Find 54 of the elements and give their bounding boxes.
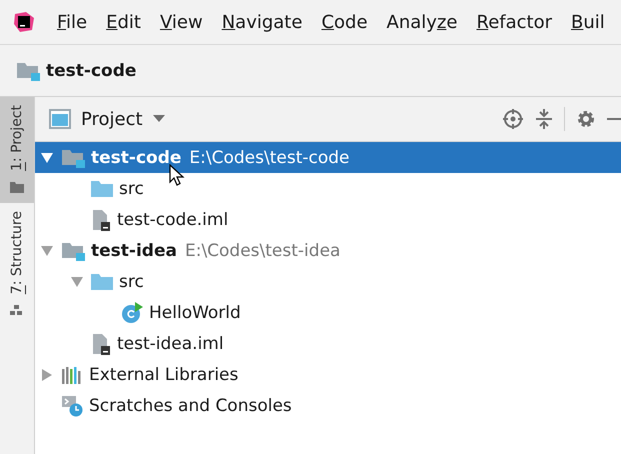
tree-row[interactable]: test-code.iml: [35, 204, 621, 235]
module-folder-icon: [61, 240, 85, 260]
menu-item[interactable]: Refactor: [476, 12, 552, 32]
side-tab[interactable]: 1: Project: [0, 97, 34, 203]
library-icon: [61, 364, 83, 384]
class-icon: [121, 302, 143, 324]
menu-item[interactable]: Code: [321, 12, 368, 32]
panel-icon: [49, 109, 71, 129]
dropdown-caret-icon[interactable]: [152, 115, 165, 123]
structure-icon: [10, 304, 24, 316]
module-folder-icon: [16, 60, 40, 80]
node-name: test-code.iml: [117, 210, 228, 230]
node-name: test-code: [91, 148, 182, 168]
file-icon: [91, 332, 111, 354]
menu-item[interactable]: View: [160, 12, 203, 32]
settings-icon[interactable]: [575, 108, 597, 130]
tree-row[interactable]: HelloWorld: [35, 297, 621, 328]
crosshair-icon[interactable]: [502, 108, 524, 130]
menu-item[interactable]: File: [57, 12, 88, 32]
folder-icon: [10, 181, 24, 193]
node-name: src: [119, 178, 144, 198]
node-name: Scratches and Consoles: [89, 396, 292, 416]
breadcrumb-item[interactable]: test-code: [46, 60, 136, 80]
mouse-pointer-icon: [169, 164, 185, 186]
module-folder-icon: [61, 148, 85, 168]
collapsed-arrow-icon[interactable]: [41, 368, 53, 380]
scratches-icon: [61, 394, 83, 416]
menu-item[interactable]: Buil: [571, 12, 605, 32]
side-tab[interactable]: 7: Structure: [0, 203, 34, 326]
node-path: E:\Codes\test-code: [189, 148, 350, 168]
folder-icon: [91, 272, 113, 290]
folder-icon: [91, 180, 113, 198]
node-name: test-idea: [91, 240, 177, 260]
tree-row[interactable]: src: [35, 173, 621, 204]
node-name: External Libraries: [89, 364, 238, 384]
view-selector[interactable]: Project: [81, 108, 143, 130]
collapse-all-icon[interactable]: [534, 108, 554, 130]
tree-row[interactable]: External Libraries: [35, 359, 621, 390]
expanded-arrow-icon[interactable]: [71, 276, 83, 288]
node-name: HelloWorld: [149, 302, 241, 322]
menu-item[interactable]: Analyze: [386, 12, 458, 32]
tree-row[interactable]: Scratches and Consoles: [35, 390, 621, 421]
expanded-arrow-icon[interactable]: [41, 152, 53, 164]
node-name: src: [119, 272, 144, 292]
menu-item[interactable]: Navigate: [222, 12, 302, 32]
file-icon: [91, 208, 111, 230]
tree-row[interactable]: test-idea E:\Codes\test-idea: [35, 235, 621, 266]
expanded-arrow-icon[interactable]: [41, 244, 53, 256]
app-logo-icon: [12, 10, 36, 34]
node-name: test-idea.iml: [117, 334, 224, 354]
node-path: E:\Codes\test-idea: [184, 240, 340, 260]
menu-item[interactable]: Edit: [106, 12, 141, 32]
tree-row[interactable]: test-idea.iml: [35, 328, 621, 359]
tree-row[interactable]: src: [35, 266, 621, 297]
